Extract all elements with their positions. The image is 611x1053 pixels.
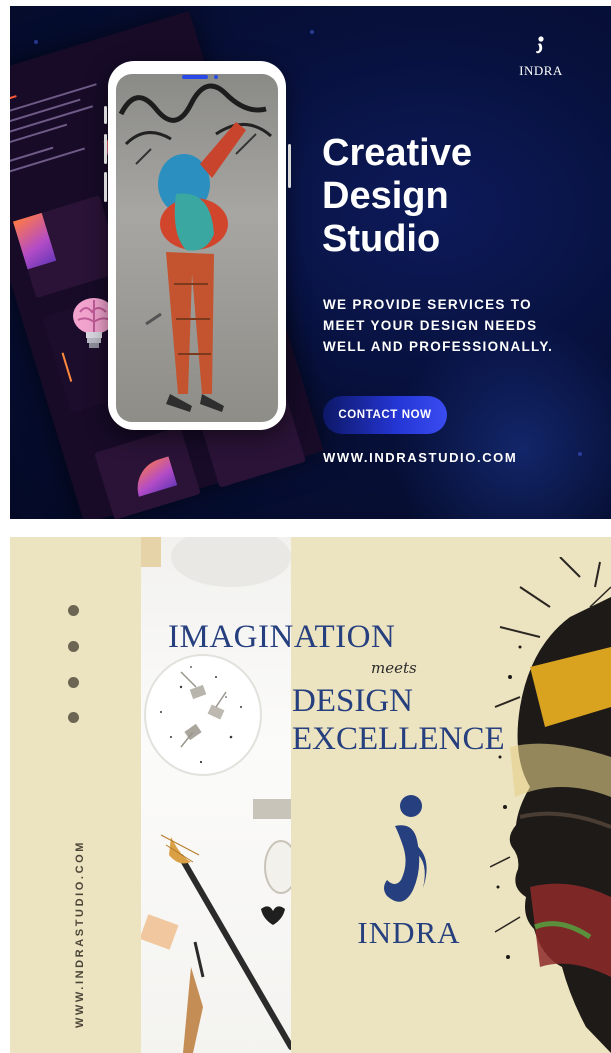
website-url[interactable]: WWW.INDRASTUDIO.COM (323, 450, 517, 465)
title-design: DESIGN (292, 683, 413, 719)
indra-brand-logo: INDRA (350, 792, 468, 951)
phone-mockup (108, 61, 286, 430)
headline-line: Creative (322, 132, 472, 174)
background-dot (34, 40, 38, 44)
title-excellence: EXCELLENCE (292, 721, 505, 757)
creative-studio-banner: INDRA Creative Design Studio WE PROVIDE … (10, 6, 611, 519)
title-meets: meets (371, 659, 417, 677)
mockup-gradient (130, 456, 178, 497)
phone-screen-graffiti (116, 74, 278, 422)
title-imagination: IMAGINATION (168, 619, 396, 655)
background-dot (310, 30, 314, 34)
bullet-dot (68, 677, 79, 688)
mockup-line (10, 83, 97, 121)
description-line: MEET YOUR DESIGN NEEDS (323, 318, 538, 333)
phone-speaker (182, 75, 208, 79)
headline-line: Design (322, 175, 449, 217)
desk-tools-image (141, 537, 291, 1053)
phone-camera (214, 75, 218, 79)
indra-logo-icon (384, 795, 427, 902)
mockup-line (10, 147, 86, 176)
graffiti-figure-image (118, 83, 272, 412)
abstract-head-artwork (490, 557, 611, 1053)
brand-name: INDRA (519, 63, 563, 78)
mockup-line (61, 352, 73, 382)
phone-side-button (104, 134, 107, 164)
mockup-card (94, 426, 201, 519)
headline: Creative Design Studio (322, 132, 472, 261)
service-description: WE PROVIDE SERVICES TO MEET YOUR DESIGN … (323, 294, 553, 357)
mockup-gradient (12, 212, 57, 270)
indra-logo-icon (536, 36, 544, 54)
mockup-card (12, 195, 123, 299)
imagination-banner: WWW.INDRASTUDIO.COM IMAGINATION meets DE… (10, 537, 611, 1053)
phone-side-button (104, 106, 107, 124)
contact-now-button[interactable]: CONTACT NOW (323, 396, 447, 434)
vertical-website-url[interactable]: WWW.INDRASTUDIO.COM (74, 840, 86, 1028)
bullet-dot (68, 641, 79, 652)
headline-line: Studio (322, 218, 441, 260)
description-line: WELL AND PROFESSIONALLY. (323, 339, 554, 354)
bullet-dot (68, 712, 79, 723)
description-line: WE PROVIDE SERVICES TO (323, 297, 532, 312)
desk-tools-photo (141, 537, 291, 1053)
mockup-line (10, 105, 94, 140)
brand-name: INDRA (357, 915, 461, 950)
background-dot (578, 452, 582, 456)
indra-logo: INDRA (518, 36, 564, 79)
phone-side-button (104, 172, 107, 202)
phone-side-button (288, 144, 291, 188)
bullet-dot (68, 605, 79, 616)
phone-notch (164, 61, 230, 73)
